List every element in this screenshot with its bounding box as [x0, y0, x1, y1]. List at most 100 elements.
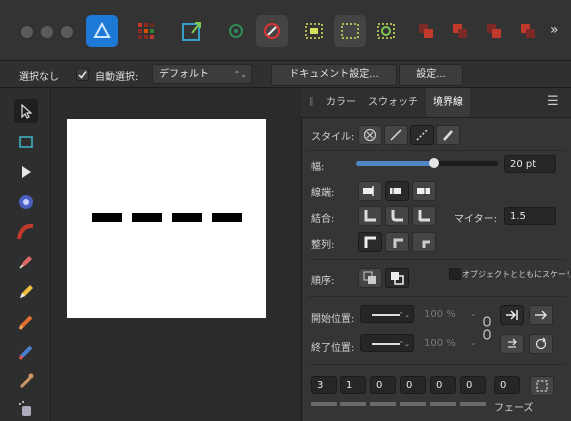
dashed-line-segment[interactable] — [212, 213, 242, 222]
designer-persona-icon — [93, 21, 111, 38]
style-dashed-button[interactable] — [410, 125, 434, 145]
dash-slider-1[interactable] — [311, 402, 337, 406]
style-brush-button[interactable] — [436, 125, 460, 145]
pencil-tool-button[interactable] — [14, 280, 38, 304]
color-picker-tool-button[interactable] — [14, 369, 38, 393]
round-join-icon — [391, 210, 403, 222]
align-center-button[interactable] — [385, 232, 409, 252]
brush-tool-button[interactable] — [14, 310, 38, 334]
minimize-window-button[interactable] — [41, 26, 53, 38]
width-slider-track[interactable] — [356, 161, 498, 166]
align-inside-button[interactable] — [358, 232, 382, 252]
node-tool-button[interactable] — [14, 160, 38, 184]
dash-field-2[interactable]: 0 — [370, 376, 396, 394]
tab-stroke[interactable]: 境界線 — [426, 88, 470, 117]
stroke-front-button[interactable] — [385, 268, 409, 288]
gap-slider-3[interactable] — [460, 402, 486, 406]
join-round-button[interactable] — [385, 206, 409, 226]
chain-link-icon — [483, 316, 491, 340]
stroke-behind-fill-button[interactable] — [358, 268, 382, 288]
chevron-updown-icon: ⌃⌄ — [398, 311, 410, 319]
scale-with-object-checkbox[interactable] — [449, 268, 461, 280]
panel-menu-icon[interactable]: ☰ — [547, 94, 559, 109]
start-scale-field[interactable]: 100 % — [424, 309, 456, 320]
cap-square-button[interactable] — [412, 181, 436, 201]
dashed-line-segment[interactable] — [92, 213, 122, 222]
dash-slider-2[interactable] — [370, 402, 396, 406]
view-settings-button[interactable] — [220, 15, 252, 47]
miter-field[interactable]: 1.5 — [504, 207, 556, 225]
select-all-button[interactable] — [298, 15, 330, 47]
join-miter-button[interactable] — [358, 206, 382, 226]
zoom-window-button[interactable] — [61, 26, 73, 38]
snapping-button[interactable] — [256, 15, 288, 47]
auto-select-dropdown[interactable]: デフォルト ⌃⌄ — [152, 64, 252, 84]
cap-round-button[interactable] — [385, 181, 409, 201]
cap-butt-button[interactable] — [358, 181, 382, 201]
swap-arrowheads-button[interactable] — [500, 334, 524, 354]
style-none-button[interactable] — [358, 125, 382, 145]
settings-button[interactable]: 設定... — [399, 64, 463, 86]
arrange-forward-button[interactable] — [478, 15, 510, 47]
brush-stroke-icon — [17, 223, 34, 240]
gap-field-1[interactable]: 1 — [340, 376, 366, 394]
arrow-position-inside-button[interactable] — [500, 305, 524, 325]
vector-brush-tool-button[interactable] — [14, 220, 38, 244]
gap-field-2[interactable]: 0 — [400, 376, 426, 394]
dashed-line-segment[interactable] — [132, 213, 162, 222]
gap-field-3[interactable]: 0 — [460, 376, 486, 394]
end-arrowhead-select[interactable]: ⌃⌄ — [360, 334, 414, 352]
document-settings-button[interactable]: ドキュメント設定... — [271, 64, 397, 86]
phase-field[interactable]: 0 — [494, 376, 520, 394]
end-scale-field[interactable]: 100 % — [424, 338, 456, 349]
arrange-back-button[interactable] — [410, 15, 442, 47]
reset-arrowheads-button[interactable] — [529, 334, 553, 354]
designer-persona-button[interactable] — [86, 15, 118, 47]
align-outside-button[interactable] — [412, 232, 436, 252]
gap-slider-1[interactable] — [340, 402, 366, 406]
toolbar-overflow-icon[interactable]: » — [550, 22, 559, 38]
phase-label: フェーズ — [494, 403, 534, 414]
start-label: 開始位置: — [311, 314, 355, 325]
selection-status: 選択なし — [19, 72, 59, 83]
miter-join-icon — [364, 210, 376, 222]
export-persona-button[interactable] — [176, 15, 208, 47]
join-bevel-button[interactable] — [412, 206, 436, 226]
invert-selection-button[interactable] — [370, 15, 402, 47]
link-arrowheads-toggle[interactable] — [482, 316, 492, 340]
balanced-dashes-button[interactable] — [530, 376, 554, 396]
pen-tool-button[interactable] — [14, 250, 38, 274]
move-tool-button[interactable] — [14, 99, 38, 123]
deselect-button[interactable] — [334, 15, 366, 47]
transparency-tool-button[interactable] — [14, 397, 38, 421]
width-field[interactable]: 20 pt — [504, 155, 556, 173]
divider — [308, 296, 566, 297]
tab-color[interactable]: カラー — [326, 88, 356, 117]
select-all-icon — [305, 23, 323, 39]
dash-field-3[interactable]: 0 — [430, 376, 456, 394]
fill-brush-icon — [18, 345, 33, 360]
dash-slider-3[interactable] — [430, 402, 456, 406]
arrange-backward-icon — [453, 24, 467, 38]
artboard-tool-button[interactable] — [14, 130, 38, 154]
style-solid-button[interactable] — [384, 125, 408, 145]
arrange-front-icon — [521, 24, 535, 38]
arrange-front-button[interactable] — [512, 15, 544, 47]
divider — [308, 259, 566, 260]
arrow-position-outside-button[interactable] — [529, 305, 553, 325]
pixel-persona-button[interactable] — [130, 15, 162, 47]
tab-swatches[interactable]: スウォッチ — [368, 88, 418, 117]
panel-grip-icon[interactable]: ‖ — [309, 97, 314, 107]
start-arrowhead-select[interactable]: ⌃⌄ — [360, 305, 414, 323]
fill-tool-button[interactable] — [14, 340, 38, 364]
dashed-line-segment[interactable] — [172, 213, 202, 222]
align-label: 整列: — [311, 240, 335, 251]
pointer-arrow-icon — [21, 103, 33, 119]
dash-field-1[interactable]: 3 — [311, 376, 337, 394]
arrange-backward-button[interactable] — [444, 15, 476, 47]
auto-select-checkbox[interactable] — [76, 68, 89, 81]
arrange-back-icon — [419, 24, 433, 38]
corner-tool-button[interactable] — [14, 190, 38, 214]
close-window-button[interactable] — [21, 26, 33, 38]
gap-slider-2[interactable] — [400, 402, 426, 406]
